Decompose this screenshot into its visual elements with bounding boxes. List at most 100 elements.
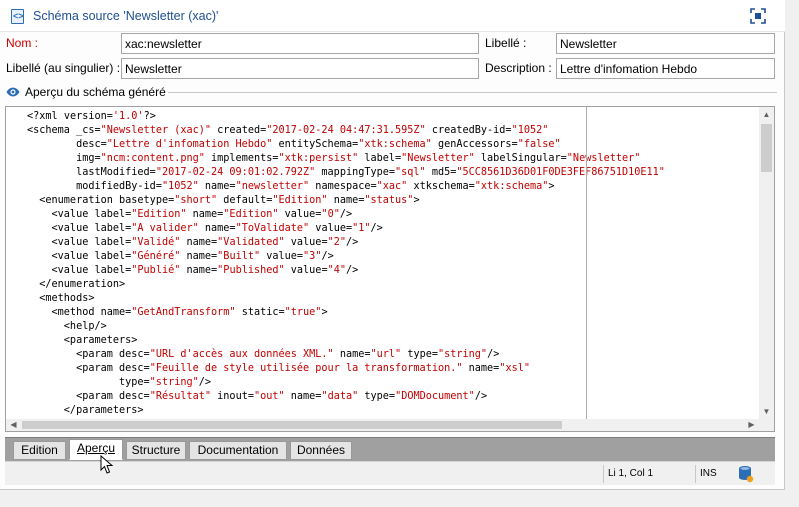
xml-token: <value [27, 237, 95, 248]
xml-token: desc= [119, 349, 150, 360]
description-input[interactable] [556, 58, 775, 79]
xml-token: mappingType= [315, 167, 396, 178]
xml-string-token: "1052" [511, 125, 549, 136]
code-line: <methods> [27, 292, 759, 306]
status-bar: Li 1, Col 1 INS [5, 461, 775, 485]
xml-token: genAccessors= [431, 139, 518, 150]
xml-token: desc= [119, 391, 150, 402]
libelle-singulier-input[interactable] [121, 58, 479, 79]
xml-string-token: "sql" [395, 167, 426, 178]
fullscreen-icon[interactable] [750, 8, 766, 24]
preview-section-title: Aperçu du schéma généré [25, 85, 166, 99]
horizontal-scroll-thumb[interactable] [22, 421, 562, 429]
xml-string-token: "Publié" [131, 265, 181, 276]
xml-token: type= [358, 391, 396, 402]
xml-token: name= [180, 237, 218, 248]
xml-string-token: "status" [364, 195, 414, 206]
libelle-label: Libellé : [485, 36, 527, 50]
xml-string-token: "xac" [376, 181, 408, 192]
xml-string-token: "true" [284, 307, 322, 318]
code-line: <param desc="Feuille de style utilisée p… [27, 362, 759, 376]
tab-edition[interactable]: Edition [13, 441, 66, 460]
xml-string-token: "Généré" [131, 251, 181, 262]
xml-token: name= [333, 349, 371, 360]
xml-token: /> [487, 349, 500, 360]
xml-string-token: "5CC8561D36D01F0DE3FEF86751D10E11" [456, 167, 665, 178]
xml-token: _cs= [76, 125, 101, 136]
code-preview-panel: <?xml version='1.0'?> <schema _cs="Newsle… [5, 106, 775, 432]
libelle-input[interactable] [556, 33, 775, 54]
xml-string-token: "ncm:content.png" [100, 153, 205, 164]
xml-token: xtkschema= [407, 181, 475, 192]
xml-token: <value [27, 265, 95, 276]
xml-token: img= [27, 153, 101, 164]
vertical-scroll-thumb[interactable] [761, 124, 772, 172]
xml-token: <value [27, 251, 95, 262]
vertical-scrollbar[interactable]: ▲ ▼ [759, 107, 774, 419]
xml-token: </enumeration> [27, 279, 126, 290]
xml-token: version= [63, 111, 113, 122]
margin-guide [586, 107, 587, 419]
scroll-corner [759, 419, 774, 431]
xml-token: </parameters> [27, 405, 144, 416]
window-title: Schéma source 'Newsletter (xac)' [33, 9, 219, 23]
xml-token: > [413, 195, 420, 206]
xml-string-token: "Newsletter" [401, 153, 475, 164]
xml-string-token: "Edition" [272, 195, 328, 206]
nom-label: Nom : [6, 36, 39, 50]
scroll-left-arrow-icon[interactable]: ◀ [6, 419, 21, 431]
code-line: lastModified="2017-02-24 09:01:02.792Z" … [27, 166, 759, 180]
xml-string-token: '1.0' [112, 111, 144, 122]
xml-token: label= [94, 265, 132, 276]
code-line: modifiedBy-id="1052" name="newsletter" n… [27, 180, 759, 194]
xml-token: label= [94, 251, 132, 262]
code-line: <value label="Généré" name="Built" value… [27, 250, 759, 264]
scroll-up-arrow-icon[interactable]: ▲ [759, 107, 774, 122]
xml-token: name= [462, 363, 500, 374]
xml-code-viewer[interactable]: <?xml version='1.0'?> <schema _cs="Newsle… [6, 107, 759, 419]
xml-token: value= [260, 251, 304, 262]
xml-token: label= [94, 209, 132, 220]
xml-token: implements= [204, 153, 279, 164]
xml-string-token: "xtk:schema" [358, 139, 432, 150]
xml-string-token: "Edition" [131, 209, 187, 220]
xml-string-token: "Résultat" [149, 391, 212, 402]
code-line: desc="Lettre d'infomation Hebdo" entityS… [27, 138, 759, 152]
nom-input[interactable] [121, 33, 479, 54]
code-line: <enumeration basetype="short" default="E… [27, 194, 759, 208]
code-line: <schema _cs="Newsletter (xac)" created="… [27, 124, 759, 138]
xml-string-token: "string" [438, 349, 488, 360]
mouse-pointer-icon [100, 455, 114, 474]
xml-token: <enumeration [27, 195, 120, 206]
tab-structure[interactable]: Structure [126, 441, 186, 460]
xml-token: desc= [119, 363, 150, 374]
eye-icon [6, 87, 20, 97]
xml-token: <param [27, 391, 120, 402]
xml-string-token: "A valider" [131, 223, 199, 234]
xml-token: > [321, 307, 328, 318]
schema-file-icon: <> [11, 9, 24, 24]
xml-string-token: "Feuille de style utilisée pour la trans… [149, 363, 463, 374]
xml-token: value= [309, 223, 353, 234]
xml-token: created= [211, 125, 267, 136]
xml-string-token: "GetAndTransform" [131, 307, 236, 318]
title-bar: <> Schéma source 'Newsletter (xac)' [0, 0, 785, 32]
xml-string-token: "DOMDocument" [395, 391, 475, 402]
xml-string-token: "data" [321, 391, 359, 402]
xml-token: desc= [27, 139, 107, 150]
tab-documentation[interactable]: Documentation [189, 441, 287, 460]
scroll-down-arrow-icon[interactable]: ▼ [759, 404, 774, 419]
xml-token: ?> [143, 111, 156, 122]
xml-token: lastModified= [27, 167, 156, 178]
xml-token: <method [27, 307, 101, 318]
xml-string-token: "2" [327, 237, 346, 248]
horizontal-scrollbar[interactable]: ◀ ▶ [6, 419, 759, 431]
xml-string-token: "URL d'accès aux données XML." [149, 349, 334, 360]
xml-token: /> [370, 223, 383, 234]
xml-string-token: "Lettre d'infomation Hebdo" [106, 139, 273, 150]
xml-string-token: "Built" [217, 251, 261, 262]
xml-string-token: "Validé" [131, 237, 181, 248]
xml-token: /> [339, 209, 353, 220]
scroll-right-arrow-icon[interactable]: ▶ [744, 419, 759, 431]
tab-donnees[interactable]: Données [290, 441, 352, 460]
